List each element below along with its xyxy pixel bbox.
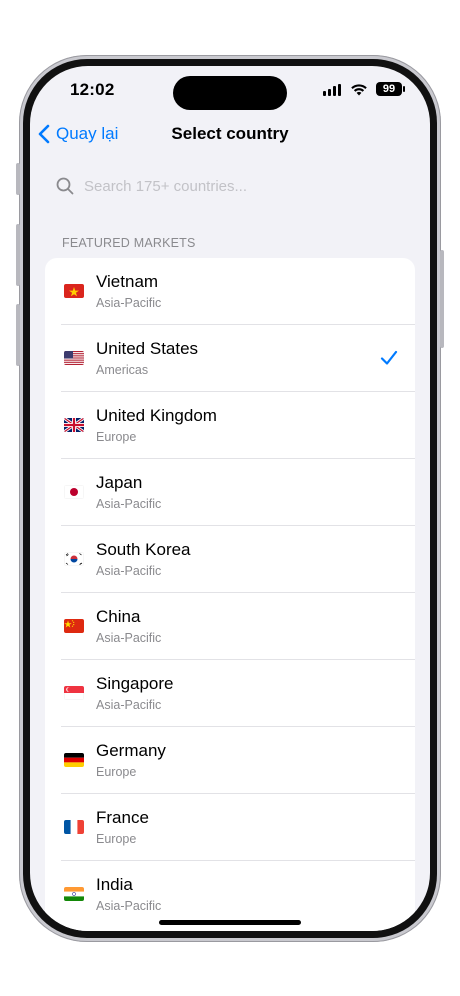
country-name: China xyxy=(96,607,141,626)
page-title: Select country xyxy=(171,124,289,143)
flag-singapore-icon xyxy=(64,686,84,700)
flag-france-icon xyxy=(64,820,84,834)
country-region: Asia-Pacific xyxy=(96,698,162,712)
home-indicator[interactable] xyxy=(159,920,301,925)
country-name: Germany xyxy=(96,741,166,760)
country-list: Vietnam Asia-Pacific United States Ameri… xyxy=(45,258,415,931)
country-row[interactable]: Singapore Asia-Pacific xyxy=(45,660,415,727)
side-button xyxy=(440,250,444,348)
checkmark-icon xyxy=(380,350,398,365)
battery-cap xyxy=(403,86,405,92)
flag-china-icon xyxy=(64,619,84,633)
country-region: Asia-Pacific xyxy=(96,497,162,511)
dynamic-island xyxy=(173,76,287,110)
country-row[interactable]: South Korea Asia-Pacific xyxy=(45,526,415,593)
country-region: Asia-Pacific xyxy=(96,564,162,578)
country-name: Japan xyxy=(96,473,143,492)
country-row[interactable]: United States Americas xyxy=(45,325,415,392)
country-name: United States xyxy=(96,339,199,358)
country-region: Europe xyxy=(96,832,137,846)
country-row[interactable]: United Kingdom Europe xyxy=(45,392,415,459)
cellular-signal-icon xyxy=(323,84,343,96)
search-input[interactable]: Search 175+ countries... xyxy=(56,172,396,200)
country-region: Asia-Pacific xyxy=(96,631,162,645)
flag-japan-icon xyxy=(64,485,84,499)
section-header: FEATURED MARKETS xyxy=(62,236,196,250)
battery-indicator: 99 xyxy=(376,82,402,96)
country-name: India xyxy=(96,875,133,894)
flag-south-korea-icon xyxy=(64,552,84,566)
country-row[interactable]: France Europe xyxy=(45,794,415,861)
country-region: Europe xyxy=(96,765,137,779)
volume-up-button xyxy=(16,224,20,286)
country-region: Americas xyxy=(96,363,149,377)
wifi-icon xyxy=(351,84,367,96)
country-row[interactable]: Germany Europe xyxy=(45,727,415,794)
country-name: South Korea xyxy=(96,540,191,559)
search-placeholder: Search 175+ countries... xyxy=(84,177,248,195)
flag-vietnam-icon xyxy=(64,284,84,298)
country-row[interactable]: India Asia-Pacific xyxy=(45,861,415,928)
country-name: France xyxy=(96,808,149,827)
country-name: Vietnam xyxy=(96,272,159,291)
flag-india-icon xyxy=(64,887,84,901)
country-name: Singapore xyxy=(96,674,174,693)
country-row[interactable]: Japan Asia-Pacific xyxy=(45,459,415,526)
country-region: Europe xyxy=(96,430,137,444)
screen: 12:02 99 Quay lại Select country Search … xyxy=(30,66,430,931)
volume-down-button xyxy=(16,304,20,366)
country-row[interactable]: Vietnam Asia-Pacific xyxy=(45,258,415,325)
status-time: 12:02 xyxy=(70,80,115,99)
flag-united-kingdom-icon xyxy=(64,418,84,432)
action-button xyxy=(16,163,20,195)
country-name: United Kingdom xyxy=(96,406,217,425)
flag-united-states-icon xyxy=(64,351,84,365)
flag-germany-icon xyxy=(64,753,84,767)
search-icon xyxy=(56,177,74,195)
country-row[interactable]: China Asia-Pacific xyxy=(45,593,415,660)
country-region: Asia-Pacific xyxy=(96,899,162,913)
country-region: Asia-Pacific xyxy=(96,296,162,310)
